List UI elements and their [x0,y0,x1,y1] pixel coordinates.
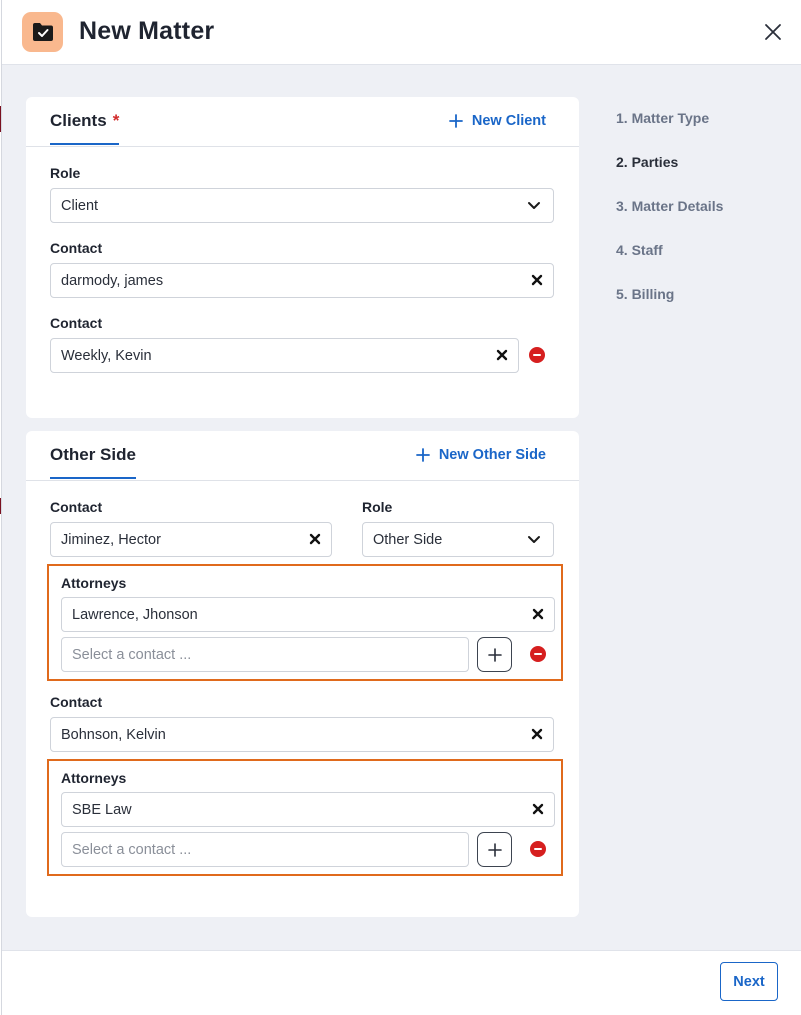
other-side-contact-value: Bohnson, Kelvin [61,726,166,743]
required-marker: * [112,111,120,130]
other-side-contact-field[interactable]: Bohnson, Kelvin [50,717,554,752]
attorney-search-input[interactable]: Select a contact ... [61,832,469,867]
clients-card-header: Clients * New Client [26,97,579,147]
new-client-label: New Client [471,113,546,129]
clear-icon[interactable] [532,608,544,620]
other-side-tab[interactable]: Other Side [50,445,136,479]
chevron-down-icon [528,202,540,209]
client-role-select[interactable]: Client [50,188,554,223]
add-attorney-button[interactable] [477,832,512,867]
remove-contact-icon[interactable] [530,646,546,662]
other-side-contact-field[interactable]: Jiminez, Hector [50,522,332,557]
remove-contact-icon[interactable] [529,347,545,363]
plus-icon [487,842,502,857]
attorney-value: SBE Law [72,801,132,818]
other-side-card-header: Other Side New Other Side [26,431,579,481]
attorney-field[interactable]: Lawrence, Jhonson [61,597,555,632]
attorney-value: Lawrence, Jhonson [72,606,198,623]
contact-label: Contact [50,694,103,710]
clear-icon[interactable] [531,728,543,740]
step-matter-type[interactable]: 1. Matter Type [616,110,709,126]
step-staff[interactable]: 4. Staff [616,242,663,258]
new-other-side-label: New Other Side [438,447,546,463]
step-matter-details[interactable]: 3. Matter Details [616,198,723,214]
client-contact-value: darmody, james [61,272,164,289]
attorney-search-placeholder: Select a contact ... [72,841,192,858]
contact-label: Contact [50,240,103,256]
new-other-side-button[interactable]: New Other Side [415,447,546,463]
client-role-value: Client [61,197,99,214]
attorney-search-input[interactable]: Select a contact ... [61,637,469,672]
attorneys-section: Attorneys SBE Law Select a contact ... [47,759,563,876]
new-client-button[interactable]: New Client [448,113,546,129]
attorneys-label: Attorneys [61,770,127,786]
contact-label: Contact [50,499,103,515]
clients-tab[interactable]: Clients * [50,111,120,145]
other-side-card: Other Side New Other Side Contact Role J… [26,431,579,917]
next-button[interactable]: Next [720,962,778,1001]
step-parties[interactable]: 2. Parties [616,154,678,170]
client-contact-value: Weekly, Kevin [61,347,152,364]
remove-contact-icon[interactable] [530,841,546,857]
chevron-down-icon [528,536,540,543]
new-matter-dialog: New Matter Clients * New Client Role Clie… [1,0,801,1015]
attorneys-label: Attorneys [61,575,127,591]
attorney-field[interactable]: SBE Law [61,792,555,827]
role-label: Role [362,499,393,515]
client-contact-field[interactable]: Weekly, Kevin [50,338,519,373]
folder-check-icon [22,12,63,52]
close-icon[interactable] [762,21,784,43]
other-side-role-select[interactable]: Other Side [362,522,554,557]
attorney-search-placeholder: Select a contact ... [72,646,192,663]
clear-icon[interactable] [496,349,508,361]
dialog-footer [2,950,801,1015]
plus-icon [448,114,463,128]
clients-title: Clients [50,111,107,130]
plus-icon [487,647,502,662]
add-attorney-button[interactable] [477,637,512,672]
attorneys-section: Attorneys Lawrence, Jhonson Select a con… [47,564,563,681]
client-contact-field[interactable]: darmody, james [50,263,554,298]
plus-icon [415,448,430,462]
dialog-title: New Matter [79,17,215,45]
other-side-contact-value: Jiminez, Hector [61,531,161,548]
clear-icon[interactable] [309,533,321,545]
step-billing[interactable]: 5. Billing [616,286,674,302]
clear-icon[interactable] [532,803,544,815]
other-side-role-value: Other Side [373,531,443,548]
clients-card: Clients * New Client Role Client Contact … [26,97,579,418]
role-label: Role [50,165,81,181]
dialog-header: New Matter [2,0,801,65]
contact-label: Contact [50,315,103,331]
other-side-title: Other Side [50,445,136,464]
clear-icon[interactable] [531,274,543,286]
